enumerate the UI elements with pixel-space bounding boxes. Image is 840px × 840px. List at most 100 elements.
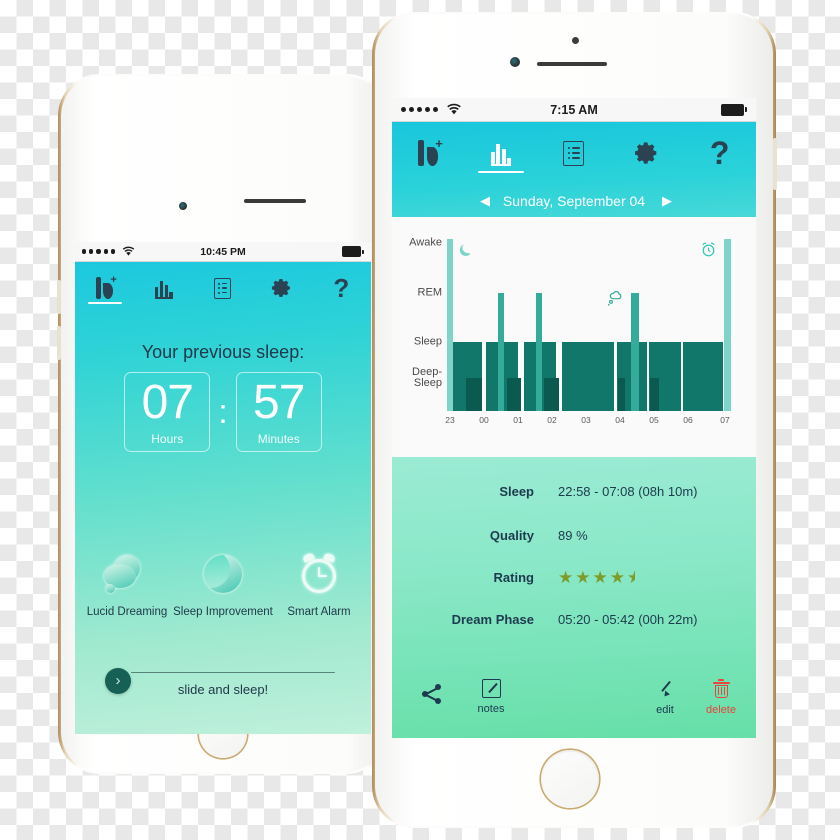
tab-home[interactable]: + — [75, 262, 134, 314]
tab-help[interactable]: ? — [683, 122, 756, 184]
chart-x-axis: 23 00 01 02 03 04 05 06 07 — [445, 415, 737, 433]
stat-row-sleep: Sleep 22:58 - 07:08 (08h 10m) — [392, 468, 756, 514]
left-tab-bar: + ? — [75, 262, 371, 314]
date-navigation-bar: ◀ Sunday, September 04 ▶ — [392, 184, 756, 218]
slider-track — [131, 672, 335, 674]
left-battery-icon — [342, 246, 364, 257]
minutes-value: 57 — [253, 375, 305, 429]
note-edit-icon — [481, 679, 501, 698]
feature-label: Smart Alarm — [287, 606, 351, 618]
feature-row: Lucid Dreaming Sleep Improvement Smart A… — [79, 532, 367, 618]
y-label-deep-sleep: Deep- Sleep — [412, 365, 442, 389]
x-tick-label: 03 — [581, 415, 591, 425]
bar-deep — [466, 378, 483, 411]
stat-value: 05:20 - 05:42 (00h 22m) — [558, 611, 698, 627]
x-tick-label: 05 — [649, 415, 659, 425]
bar-deep — [649, 378, 660, 411]
b-plus-logo-icon: + — [418, 137, 443, 166]
stat-value: 89 % — [558, 527, 588, 543]
y-label-sleep: Sleep — [413, 335, 442, 348]
right-tab-bar: + ? — [392, 122, 756, 184]
left-page-title: Your previous sleep: — [141, 342, 305, 362]
right-status-bar: 7:15 AM — [392, 98, 756, 122]
notes-label: notes — [477, 703, 505, 715]
b-plus-logo-icon: + — [96, 274, 117, 299]
moon-icon — [459, 244, 471, 256]
tab-list[interactable] — [538, 122, 611, 184]
delete-label: delete — [706, 704, 736, 716]
sleep-chart-card: Awake REM Sleep Deep- Sleep 23 00 01 02 … — [392, 217, 756, 457]
prev-day-button[interactable]: ◀ — [480, 193, 490, 209]
bar-deep — [506, 378, 521, 411]
x-tick-label: 04 — [615, 415, 625, 425]
active-tab-underline — [87, 301, 122, 304]
left-phone-volume-button-2[interactable] — [57, 326, 61, 360]
sleep-duration-counters: 07 Hours : 57 Minutes — [75, 372, 371, 452]
gear-icon — [272, 279, 291, 297]
right-phone-front-camera — [510, 57, 520, 67]
right-status-time: 7:15 AM — [550, 102, 598, 117]
slider-handle[interactable]: › — [105, 667, 131, 694]
bar-deep — [617, 378, 626, 411]
x-tick-label: 00 — [479, 415, 489, 425]
trash-icon — [712, 679, 731, 699]
hours-label: Hours — [151, 431, 184, 446]
stat-key: Quality — [489, 527, 534, 543]
tab-help[interactable]: ? — [312, 262, 371, 314]
stat-value: 22:58 - 07:08 (08h 10m) — [558, 483, 698, 499]
right-phone-device: 7:15 AM + ? ◀ Sunday, September 04 ▶ Awa… — [372, 12, 777, 828]
tab-settings[interactable] — [610, 122, 683, 184]
tab-stats[interactable] — [134, 262, 193, 314]
feature-sleep-improvement[interactable]: Sleep Improvement — [173, 553, 273, 618]
stat-key: Sleep — [499, 483, 534, 499]
stat-row-dream-phase: Dream Phase 05:20 - 05:42 (00h 22m) — [392, 598, 756, 640]
bar-chart-icon — [490, 143, 512, 166]
left-phone-screen: 10:45 PM + ? Your previous sleep: 07 Hou… — [75, 242, 371, 734]
question-mark-icon: ? — [333, 273, 350, 303]
feature-smart-alarm[interactable]: Smart Alarm — [271, 552, 366, 618]
right-phone-earpiece-speaker — [537, 62, 607, 66]
bar-rem — [631, 293, 639, 411]
left-phone-volume-button[interactable] — [57, 280, 61, 314]
slide-to-sleep-slider[interactable]: › slide and sleep! — [105, 656, 341, 702]
feature-label: Sleep Improvement — [173, 606, 273, 618]
tab-list[interactable] — [193, 262, 252, 314]
left-status-bar: 10:45 PM — [75, 242, 371, 262]
bar-rem — [498, 293, 505, 411]
slider-label: slide and sleep! — [177, 682, 269, 697]
edit-button[interactable]: edit — [640, 679, 690, 716]
share-icon — [422, 684, 442, 704]
left-phone-earpiece-speaker — [244, 199, 306, 203]
stat-key: Rating — [493, 569, 534, 585]
alarm-clock-icon — [702, 242, 715, 257]
star-full: ★ — [575, 567, 591, 587]
share-button[interactable] — [406, 684, 458, 710]
chart-plot-area — [447, 239, 737, 411]
tab-home[interactable]: + — [392, 122, 465, 184]
x-tick-label: 23 — [445, 415, 455, 425]
minutes-box: 57 Minutes — [235, 372, 322, 452]
rating-stars: ★ ★ ★ ★ ★ — [558, 569, 635, 586]
action-toolbar: notes edit delete — [392, 676, 756, 732]
right-phone-sensor — [572, 37, 579, 44]
x-tick-label: 02 — [547, 415, 557, 425]
x-tick-label: 06 — [683, 415, 693, 425]
next-day-button[interactable]: ▶ — [662, 193, 672, 209]
bar-awake-end — [723, 239, 731, 411]
star-full: ★ — [609, 567, 625, 587]
minutes-label: Minutes — [257, 431, 300, 446]
feature-lucid-dreaming[interactable]: Lucid Dreaming — [79, 553, 174, 618]
right-battery-icon — [721, 103, 747, 116]
bar-chart-icon — [154, 280, 173, 299]
delete-button[interactable]: delete — [696, 679, 746, 716]
tab-stats[interactable] — [465, 122, 538, 184]
chart-y-axis: Awake REM Sleep Deep- Sleep — [396, 217, 442, 417]
tab-settings[interactable] — [253, 262, 312, 314]
active-tab-underline — [478, 170, 525, 173]
gear-icon — [634, 142, 657, 164]
y-label-rem: REM — [417, 286, 442, 299]
right-phone-power-button[interactable] — [773, 138, 777, 190]
notes-button[interactable]: notes — [464, 679, 518, 715]
star-full: ★ — [592, 567, 608, 587]
right-phone-home-button[interactable] — [541, 750, 599, 808]
